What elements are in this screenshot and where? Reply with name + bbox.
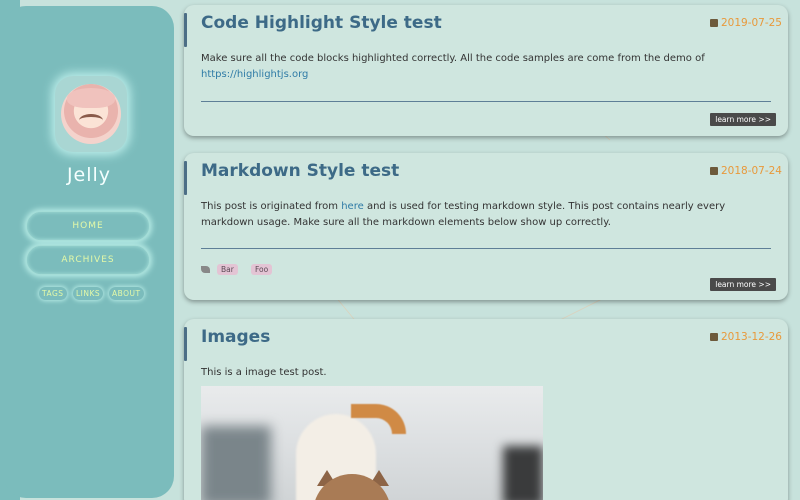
image-background-shape	[503, 446, 543, 500]
avatar-frame[interactable]	[55, 76, 127, 152]
calendar-icon	[709, 333, 718, 341]
post-divider	[201, 248, 771, 249]
here-link[interactable]: here	[341, 201, 364, 212]
post-card: Code Highlight Style test 2019-07-25 Mak…	[184, 5, 788, 136]
post-card: Images 2013-12-26 This is a image test p…	[184, 319, 788, 500]
nav-archives-button[interactable]: ARCHIVES	[26, 245, 150, 275]
post-excerpt: This is a image test post.	[201, 367, 327, 378]
nav-home-button[interactable]: HOME	[26, 211, 150, 241]
post-title[interactable]: Images	[201, 327, 270, 347]
tag-icon	[201, 266, 210, 273]
post-title[interactable]: Code Highlight Style test	[201, 13, 442, 33]
post-excerpt-text: Make sure all the code blocks highlighte…	[201, 53, 705, 64]
learn-more-button[interactable]: learn more >>	[710, 113, 776, 126]
post-date: 2018-07-24	[709, 165, 782, 177]
sidebar: Jelly HOME ARCHIVES TAGS LINKS ABOUT	[4, 6, 174, 498]
post-date-text: 2019-07-25	[720, 17, 782, 29]
post-image-cat[interactable]	[201, 386, 543, 500]
post-date-text: 2013-12-26	[720, 331, 782, 343]
cat-tail	[351, 404, 406, 434]
learn-more-button[interactable]: learn more >>	[710, 278, 776, 291]
calendar-icon	[709, 19, 718, 27]
nav-about-link[interactable]: ABOUT	[109, 287, 144, 300]
post-divider	[201, 101, 771, 102]
calendar-icon	[709, 167, 718, 175]
nav-tags-link[interactable]: TAGS	[39, 287, 67, 300]
post-excerpt: This post is originated from here and is…	[201, 199, 773, 231]
post-excerpt: Make sure all the code blocks highlighte…	[201, 51, 773, 83]
highlightjs-link[interactable]: https://highlightjs.org	[201, 69, 308, 80]
nav-links-link[interactable]: LINKS	[73, 287, 103, 300]
post-excerpt-text-pre: This post is originated from	[201, 201, 342, 212]
post-date: 2019-07-25	[709, 17, 782, 29]
post-date: 2013-12-26	[709, 331, 782, 343]
site-title[interactable]: Jelly	[4, 164, 174, 186]
tag-foo[interactable]: Foo	[251, 264, 273, 275]
image-background-shape	[201, 426, 271, 500]
post-card: Markdown Style test 2018-07-24 This post…	[184, 153, 788, 300]
post-date-text: 2018-07-24	[720, 165, 782, 177]
post-title[interactable]: Markdown Style test	[201, 161, 399, 181]
avatar	[61, 84, 121, 144]
tag-bar[interactable]: Bar	[217, 264, 238, 275]
